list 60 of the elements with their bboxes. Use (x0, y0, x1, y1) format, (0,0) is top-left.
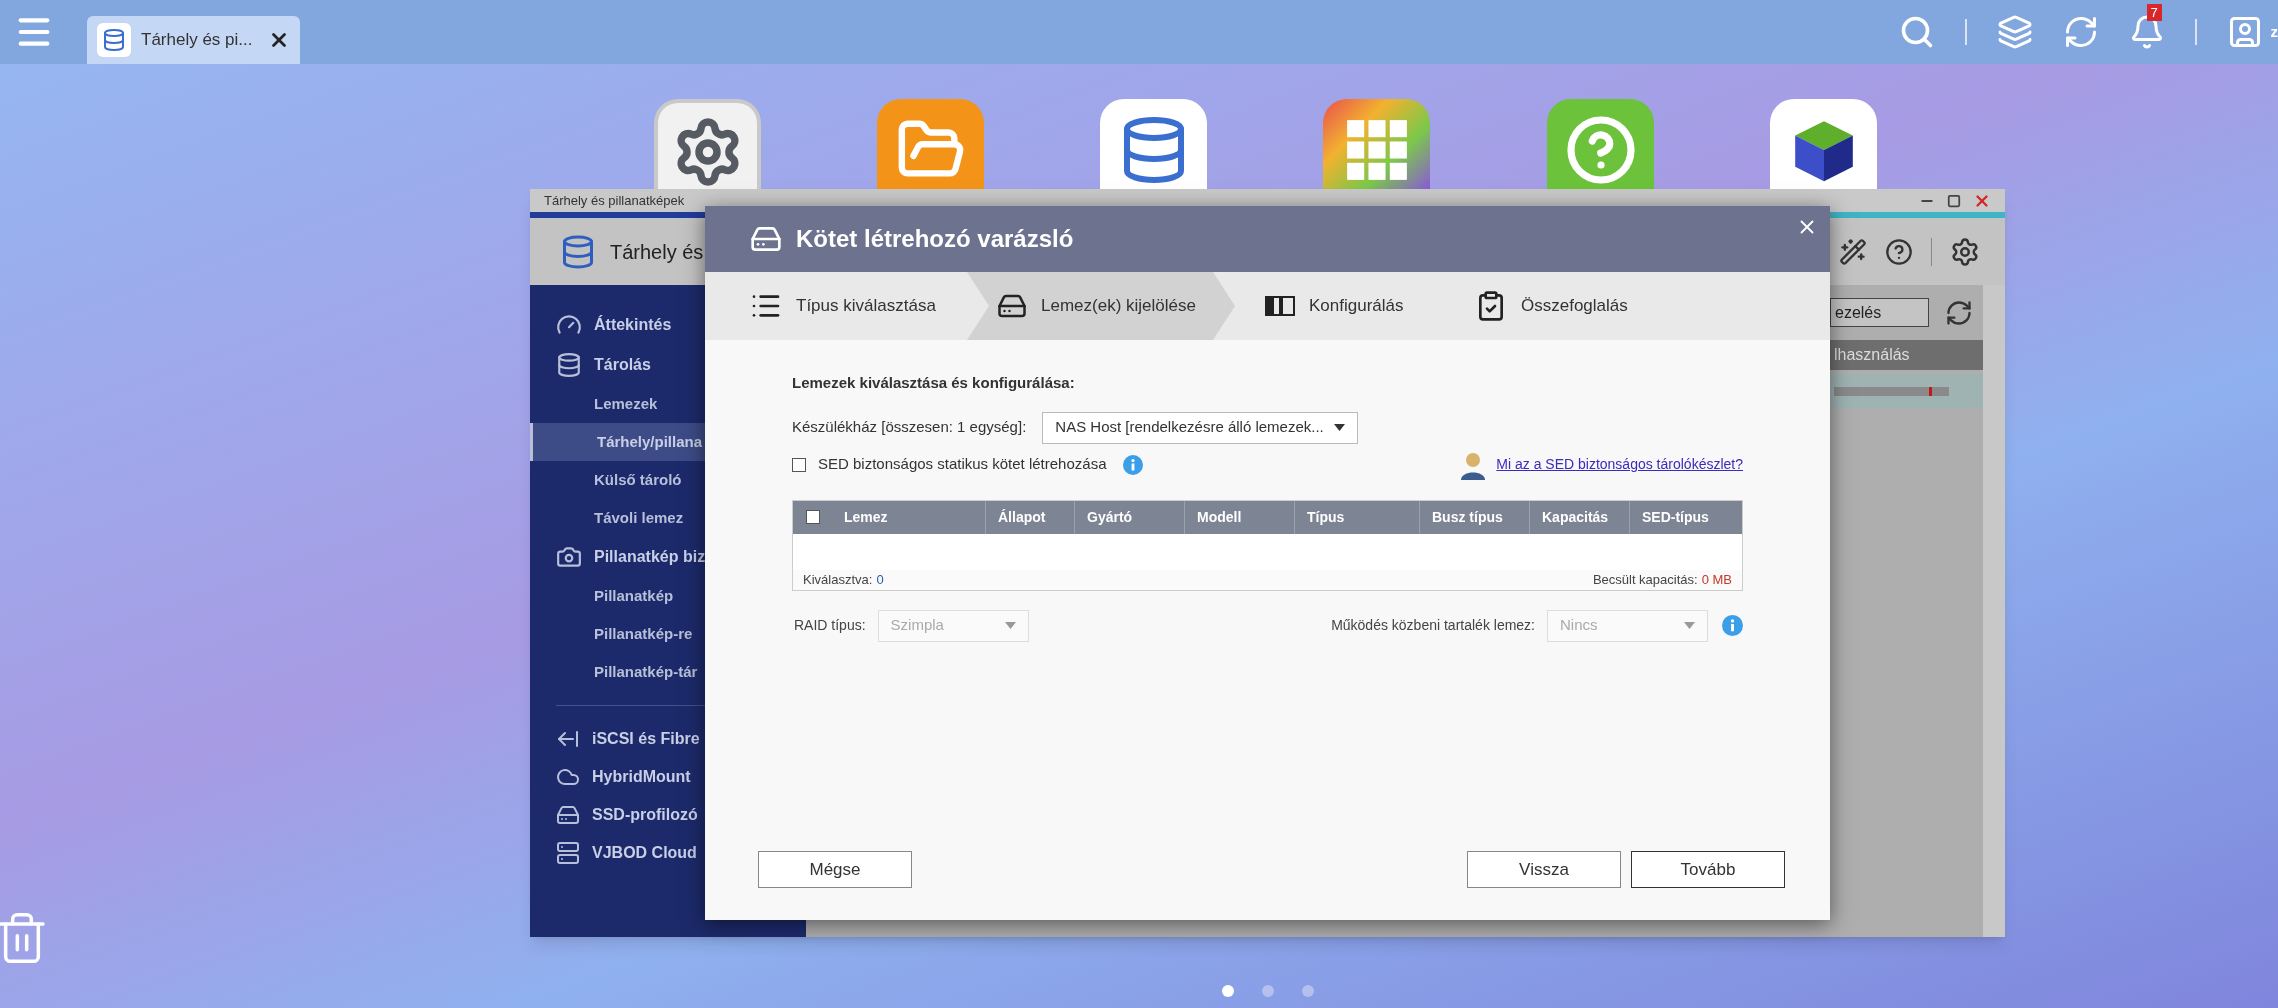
window-title: Tárhely és pillanatképek (544, 191, 685, 210)
info-icon[interactable] (1122, 454, 1143, 475)
wizard-step[interactable]: Lemez(ek) kijelölése (967, 272, 1235, 340)
app-tab[interactable]: Tárhely és pi... (87, 16, 300, 64)
wizard-step[interactable]: Konfigurálás (1235, 272, 1445, 340)
cube-app-icon[interactable] (1770, 99, 1877, 189)
raid-type-label: RAID típus: (794, 616, 866, 635)
database-icon (556, 352, 582, 378)
selected-count-label: Kiválasztva: (803, 570, 873, 589)
column-header[interactable]: Állapot (985, 500, 1074, 534)
dialog-title: Kötet létrehozó varázsló (796, 224, 1074, 254)
column-header[interactable]: Típus (1294, 500, 1419, 534)
app-title: Tárhely és (610, 239, 704, 265)
camera-icon (556, 544, 582, 570)
column-header[interactable]: Gyártó (1074, 500, 1184, 534)
help-app-icon[interactable] (1547, 99, 1654, 189)
user-name: z (2270, 21, 2278, 42)
drive-icon (556, 803, 580, 827)
capacity-value: 0 MB (1701, 570, 1732, 589)
sed-option-label: SED biztonságos statikus kötet létrehozása (818, 454, 1107, 475)
server-icon (556, 841, 580, 865)
hot-spare-label: Működés közbeni tartalék lemez: (1331, 616, 1535, 635)
stack-icon[interactable] (1996, 14, 2033, 50)
column-header[interactable]: Modell (1184, 500, 1294, 534)
column-header[interactable]: Kapacitás (1529, 500, 1629, 534)
wizard-step[interactable]: Összefoglalás (1445, 272, 1705, 340)
next-button[interactable]: Tovább (1631, 851, 1785, 888)
selected-count: 0 (876, 570, 884, 589)
caret-icon (1334, 424, 1346, 431)
settings-icon[interactable] (1950, 236, 1980, 267)
notification-badge: 7 (2146, 4, 2162, 21)
storage-app-icon (560, 233, 596, 270)
folder-app-icon[interactable] (877, 99, 984, 189)
column-header[interactable]: SED-típus (1629, 500, 1742, 534)
checkbox[interactable] (792, 457, 806, 472)
tab-title: Tárhely és pi... (141, 29, 253, 52)
help-icon[interactable] (1885, 237, 1913, 266)
storage-app-icon[interactable] (1100, 99, 1207, 189)
help-link[interactable]: Mi az a SED biztonságos tárolókészlet? (1496, 454, 1743, 475)
columns-icon (1265, 296, 1295, 316)
column-header: lhasználás (1830, 340, 1983, 370)
back-button[interactable]: Vissza (1467, 851, 1621, 888)
enclosure-select[interactable]: NAS Host [rendelkezésre álló lemezek... (1042, 411, 1359, 444)
column-header[interactable]: Busz típus (1419, 500, 1529, 534)
capacity-label: Becsült kapacitás: (1592, 570, 1698, 589)
settings-app-icon[interactable] (654, 99, 761, 189)
column-header[interactable]: Lemez (832, 500, 985, 534)
app-center-icon[interactable] (1323, 99, 1430, 189)
wizard-step[interactable]: Típus kiválasztása (705, 272, 967, 340)
storage-app-icon (97, 23, 131, 57)
section-heading: Lemezek kiválasztása és konfigurálása: (792, 373, 1076, 393)
cancel-button[interactable]: Mégse (758, 851, 912, 888)
info-icon[interactable] (1722, 615, 1743, 636)
checkbox[interactable] (805, 510, 820, 524)
caret-icon (1004, 622, 1016, 629)
caret-icon (1684, 622, 1695, 629)
search-field[interactable]: ezelés (1830, 298, 1929, 327)
wand-icon[interactable] (1839, 237, 1867, 266)
maximize-icon[interactable] (1947, 193, 1961, 208)
refresh-icon[interactable] (1945, 298, 1973, 327)
